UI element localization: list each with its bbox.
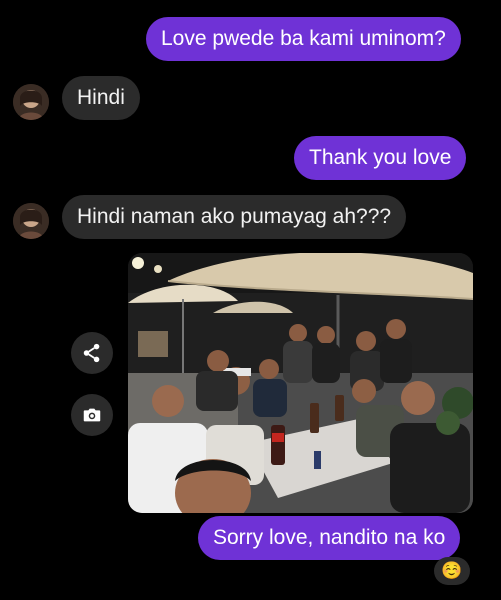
share-icon [83, 343, 100, 363]
share-button[interactable] [71, 332, 113, 374]
smile-emoji: ☺️ [441, 561, 463, 580]
message-reaction[interactable]: ☺️ [434, 557, 470, 585]
message-bubble-sent[interactable]: Love pwede ba kami uminom? [146, 17, 461, 61]
message-bubble-sent[interactable]: Thank you love [294, 136, 467, 180]
camera-button[interactable] [71, 394, 113, 436]
message-bubble-received[interactable]: Hindi naman ako pumayag ah??? [62, 195, 407, 239]
photo-message[interactable] [128, 253, 473, 513]
contact-avatar[interactable] [13, 203, 49, 239]
message-bubble-sent[interactable]: Sorry love, nandito na ko [198, 516, 461, 560]
contact-avatar[interactable] [13, 84, 49, 120]
camera-icon [83, 408, 101, 422]
message-bubble-received[interactable]: Hindi [62, 76, 140, 120]
